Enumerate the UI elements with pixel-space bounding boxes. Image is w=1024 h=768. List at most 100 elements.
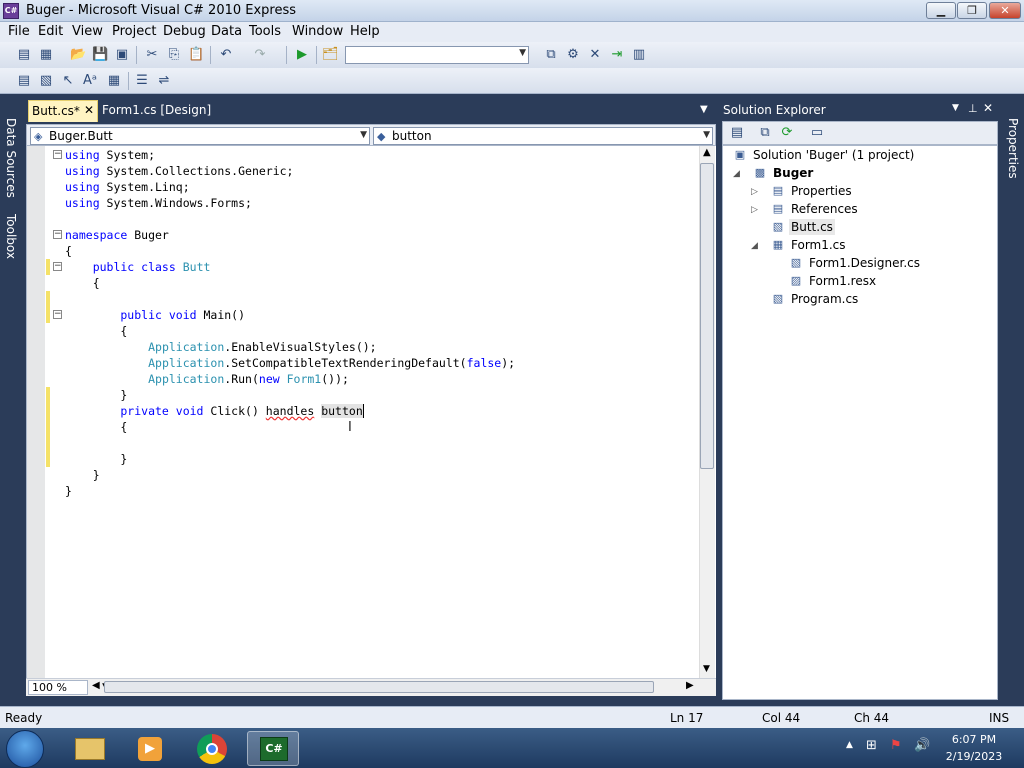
- media-player-taskbar-button[interactable]: ▶: [124, 731, 176, 766]
- menu-view[interactable]: View: [72, 24, 103, 39]
- toolbox-icon[interactable]: ✕: [587, 47, 603, 63]
- menu-file[interactable]: File: [8, 24, 30, 39]
- cut-icon[interactable]: ✂: [144, 47, 160, 63]
- code-line: using System.Windows.Forms;: [65, 195, 252, 211]
- resx-file-icon: ▨: [790, 274, 802, 287]
- tree-references[interactable]: References: [791, 202, 858, 216]
- tree-solution[interactable]: Solution 'Buger' (1 project): [753, 148, 914, 162]
- tab-butt-cs[interactable]: Butt.cs* ✕: [28, 100, 98, 122]
- find-in-files-icon[interactable]: 🗂: [322, 47, 339, 63]
- menu-project[interactable]: Project: [112, 24, 156, 39]
- view-code-icon[interactable]: ▭: [809, 125, 825, 141]
- tree-properties[interactable]: Properties: [791, 184, 852, 198]
- start-button[interactable]: [6, 730, 44, 768]
- chrome-icon: [197, 734, 227, 764]
- minimize-button[interactable]: ▁: [926, 2, 956, 19]
- close-pane-icon[interactable]: ✕: [983, 101, 993, 115]
- object-browser-icon[interactable]: ▤: [16, 73, 32, 89]
- types-combo[interactable]: ◈ Buger.Butt ▼: [30, 127, 370, 145]
- active-files-dropdown-icon[interactable]: ▼: [700, 104, 708, 115]
- close-tab-icon[interactable]: ✕: [84, 103, 94, 117]
- status-insert-mode: INS: [989, 711, 1010, 725]
- extension-icon[interactable]: ▥: [631, 47, 647, 63]
- tab-form1-design[interactable]: Form1.cs [Design]: [102, 103, 211, 117]
- action-center-icon[interactable]: ⚑: [890, 738, 902, 753]
- copy-icon[interactable]: ⎘: [166, 47, 182, 63]
- tree-form1-cs[interactable]: Form1.cs: [791, 238, 846, 252]
- menu-tools[interactable]: Tools: [249, 24, 281, 39]
- clock-time[interactable]: 6:07 PM: [945, 733, 1003, 746]
- toolbox-tab[interactable]: Toolbox: [2, 214, 18, 259]
- comment-lines-icon[interactable]: ☰: [134, 73, 150, 89]
- form-icon: ▦: [772, 238, 784, 251]
- menu-debug[interactable]: Debug: [163, 24, 206, 39]
- save-all-icon[interactable]: ▣: [114, 47, 130, 63]
- auto-hide-pin-icon[interactable]: ⊥: [968, 102, 978, 115]
- start-page-icon[interactable]: ⇥: [609, 47, 625, 63]
- members-combo-value: button: [392, 129, 432, 143]
- open-file-icon[interactable]: 📂: [70, 47, 86, 63]
- save-icon[interactable]: 💾: [92, 47, 108, 63]
- members-combo[interactable]: ◆ button ▼: [373, 127, 713, 145]
- close-button[interactable]: ✕: [989, 2, 1021, 19]
- visual-csharp-taskbar-button[interactable]: C#: [247, 731, 299, 766]
- properties-window-icon[interactable]: ⚙: [565, 47, 581, 63]
- vertical-scroll-thumb[interactable]: [700, 163, 714, 469]
- show-all-files-icon[interactable]: ⧉: [757, 125, 773, 141]
- outline-collapse-icon[interactable]: −: [53, 150, 62, 159]
- tree-program-cs[interactable]: Program.cs: [791, 292, 858, 306]
- maximize-button[interactable]: ❐: [957, 2, 987, 19]
- explorer-taskbar-button[interactable]: [64, 731, 116, 766]
- redo-icon[interactable]: ↷: [252, 47, 268, 63]
- scroll-left-icon[interactable]: ◀: [92, 680, 100, 691]
- scroll-down-icon[interactable]: ▼: [703, 664, 710, 674]
- tree-form1-designer[interactable]: Form1.Designer.cs: [809, 256, 920, 270]
- scroll-up-icon[interactable]: ▲: [703, 147, 711, 158]
- paste-icon[interactable]: 📋: [188, 47, 204, 63]
- network-icon[interactable]: ⊞: [866, 738, 877, 753]
- outline-collapse-icon[interactable]: −: [53, 230, 62, 239]
- volume-icon[interactable]: 🔊: [914, 738, 930, 753]
- data-sources-tab[interactable]: Data Sources: [2, 118, 18, 198]
- tree-form1-resx[interactable]: Form1.resx: [809, 274, 876, 288]
- show-hidden-icons-icon[interactable]: ▲: [846, 740, 853, 750]
- tree-project-buger[interactable]: Buger: [773, 166, 813, 180]
- word-complete-icon[interactable]: ▦: [106, 73, 122, 89]
- expanded-triangle-icon[interactable]: ◢: [733, 169, 740, 179]
- code-line: Application.SetCompatibleTextRenderingDe…: [65, 355, 515, 371]
- outline-collapse-icon[interactable]: −: [53, 262, 62, 271]
- display-members-icon[interactable]: ▧: [38, 73, 54, 89]
- menu-window[interactable]: Window: [292, 24, 343, 39]
- keyword: namespace: [65, 228, 128, 242]
- zoom-combo[interactable]: 100 %▼: [28, 680, 109, 695]
- outline-collapse-icon[interactable]: −: [53, 310, 62, 319]
- horizontal-scroll-thumb[interactable]: [104, 681, 654, 693]
- quick-info-icon[interactable]: Aᵃ: [82, 73, 98, 89]
- find-combo[interactable]: ▼: [345, 46, 529, 64]
- start-debugging-icon[interactable]: ▶: [294, 47, 310, 63]
- refresh-icon[interactable]: ⟳: [779, 125, 795, 141]
- menu-data[interactable]: Data: [211, 24, 242, 39]
- collapsed-triangle-icon[interactable]: ▷: [751, 205, 758, 215]
- code-line: private void Click() handles button: [65, 403, 364, 419]
- expanded-triangle-icon[interactable]: ◢: [751, 241, 758, 251]
- new-project-icon[interactable]: ▤: [16, 47, 32, 63]
- code-line: Application.Run(new Form1());: [65, 371, 349, 387]
- code-line: public void Main(): [65, 307, 245, 323]
- clock-date[interactable]: 2/19/2023: [945, 750, 1003, 763]
- uncomment-lines-icon[interactable]: ⇌: [156, 73, 172, 89]
- undo-icon[interactable]: ↶: [218, 47, 234, 63]
- add-item-icon[interactable]: ▦: [38, 47, 54, 63]
- code-text: .SetCompatibleTextRenderingDefault(: [224, 356, 467, 370]
- tree-butt-cs[interactable]: Butt.cs: [789, 219, 835, 235]
- properties-icon[interactable]: ▤: [729, 125, 745, 141]
- solution-explorer-icon[interactable]: ⧉: [543, 47, 559, 63]
- properties-tab[interactable]: Properties: [1004, 118, 1020, 179]
- parameter-info-icon[interactable]: ↖: [60, 73, 76, 89]
- scroll-right-icon[interactable]: ▶: [686, 680, 694, 691]
- collapsed-triangle-icon[interactable]: ▷: [751, 187, 758, 197]
- chrome-taskbar-button[interactable]: [186, 731, 238, 766]
- menu-edit[interactable]: Edit: [38, 24, 63, 39]
- menu-help[interactable]: Help: [350, 24, 380, 39]
- window-position-icon[interactable]: ▼: [952, 103, 959, 113]
